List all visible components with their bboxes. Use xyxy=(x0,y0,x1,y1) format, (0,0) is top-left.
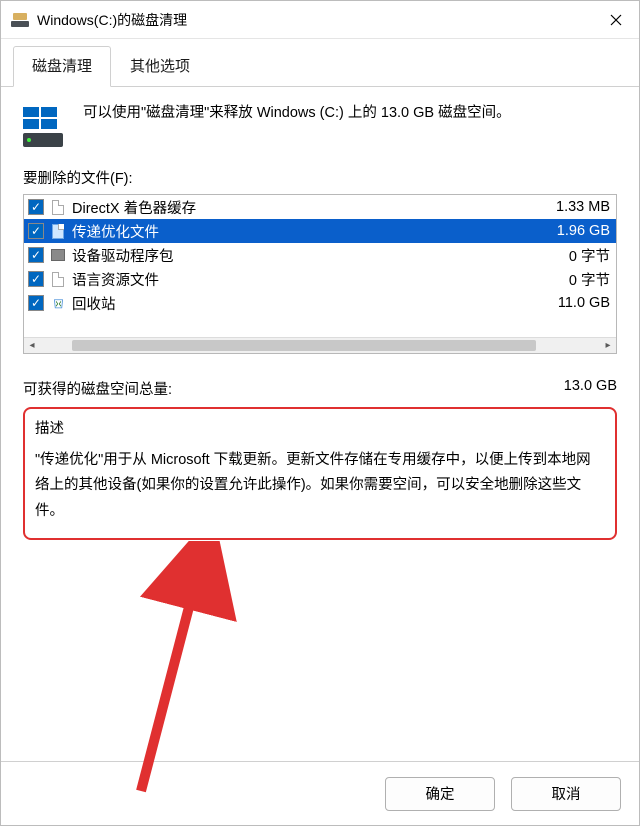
cancel-button[interactable]: 取消 xyxy=(511,777,621,811)
file-icon xyxy=(50,223,66,239)
drive-icon xyxy=(23,107,65,149)
list-item-label: 回收站 xyxy=(72,293,550,314)
horizontal-scrollbar[interactable]: ◂ ▸ xyxy=(24,337,616,353)
content-area: 可以使用"磁盘清理"来释放 Windows (C:) 上的 13.0 GB 磁盘… xyxy=(1,87,639,761)
list-item[interactable]: ✓ 回收站11.0 GB xyxy=(24,291,616,315)
list-item-label: 设备驱动程序包 xyxy=(72,245,561,266)
scroll-right-arrow[interactable]: ▸ xyxy=(600,338,616,354)
list-item-size: 1.96 GB xyxy=(549,223,610,239)
checkbox[interactable]: ✓ xyxy=(28,223,44,239)
description-text: "传递优化"用于从 Microsoft 下载更新。更新文件存储在专用缓存中，以便… xyxy=(35,448,605,524)
file-list[interactable]: ✓ DirectX 着色器缓存1.33 MB ✓ 传递优化文件1.96 GB ✓ 设备驱动… xyxy=(23,194,617,354)
list-item-label: DirectX 着色器缓存 xyxy=(72,197,548,218)
files-to-delete-label: 要删除的文件(F): xyxy=(23,167,617,188)
scrollbar-thumb[interactable] xyxy=(72,340,537,351)
list-item[interactable]: ✓ DirectX 着色器缓存1.33 MB xyxy=(24,195,616,219)
close-button[interactable] xyxy=(593,1,639,38)
file-icon xyxy=(50,199,66,215)
tab-bar: 磁盘清理 其他选项 xyxy=(1,39,639,87)
ok-button[interactable]: 确定 xyxy=(385,777,495,811)
titlebar: Windows(C:)的磁盘清理 xyxy=(1,1,639,39)
tab-more-options[interactable]: 其他选项 xyxy=(111,46,209,87)
list-item-size: 0 字节 xyxy=(561,245,610,266)
disk-cleanup-icon xyxy=(11,13,29,27)
list-item[interactable]: ✓ 传递优化文件1.96 GB xyxy=(24,219,616,243)
checkbox[interactable]: ✓ xyxy=(28,247,44,263)
dialog-window: Windows(C:)的磁盘清理 磁盘清理 其他选项 可以使用"磁盘清理"来释放… xyxy=(0,0,640,826)
list-item-label: 传递优化文件 xyxy=(72,221,549,242)
tab-disk-cleanup[interactable]: 磁盘清理 xyxy=(13,46,111,87)
scroll-left-arrow[interactable]: ◂ xyxy=(24,338,40,354)
checkbox[interactable]: ✓ xyxy=(28,199,44,215)
list-item[interactable]: ✓ 设备驱动程序包0 字节 xyxy=(24,243,616,267)
intro-text: 可以使用"磁盘清理"来释放 Windows (C:) 上的 13.0 GB 磁盘… xyxy=(83,101,617,126)
file-icon xyxy=(50,271,66,287)
intro-row: 可以使用"磁盘清理"来释放 Windows (C:) 上的 13.0 GB 磁盘… xyxy=(23,101,617,149)
list-item-size: 1.33 MB xyxy=(548,199,610,215)
list-item-size: 11.0 GB xyxy=(550,295,610,311)
window-title: Windows(C:)的磁盘清理 xyxy=(37,10,593,30)
total-row: 可获得的磁盘空间总量: 13.0 GB xyxy=(23,378,617,399)
checkbox[interactable]: ✓ xyxy=(28,271,44,287)
description-title: 描述 xyxy=(35,417,605,438)
total-label: 可获得的磁盘空间总量: xyxy=(23,378,172,399)
description-box: 描述 "传递优化"用于从 Microsoft 下载更新。更新文件存储在专用缓存中… xyxy=(23,407,617,540)
list-item[interactable]: ✓ 语言资源文件0 字节 xyxy=(24,267,616,291)
list-item-size: 0 字节 xyxy=(561,269,610,290)
list-item-label: 语言资源文件 xyxy=(72,269,561,290)
package-icon xyxy=(50,247,66,263)
close-icon xyxy=(610,14,622,26)
checkbox[interactable]: ✓ xyxy=(28,295,44,311)
dialog-footer: 确定 取消 xyxy=(1,761,639,825)
recycle-bin-icon xyxy=(50,295,66,311)
total-value: 13.0 GB xyxy=(564,378,617,399)
